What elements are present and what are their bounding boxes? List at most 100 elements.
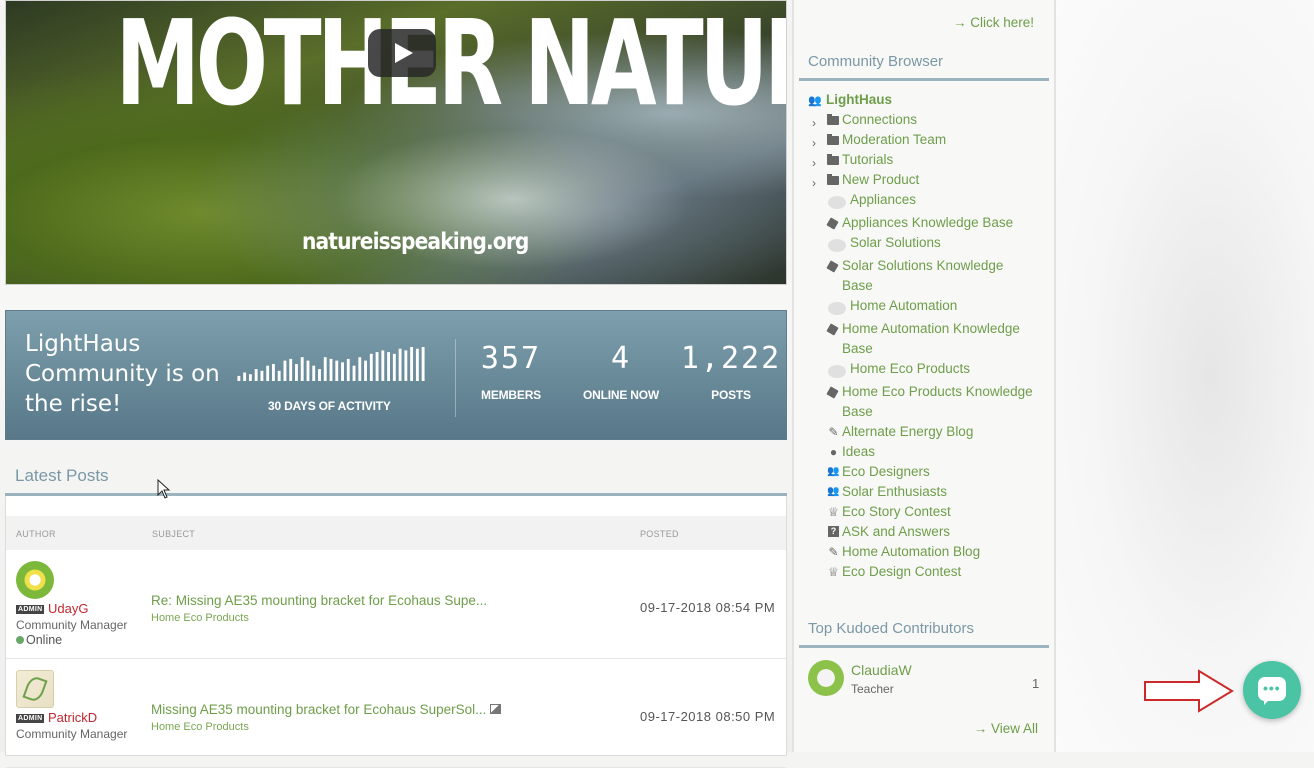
tree-item-home-automation[interactable]: Home Automation — [808, 296, 1048, 319]
activity-bar — [254, 369, 258, 381]
forum-bubble-icon — [828, 302, 846, 315]
activity-bar — [335, 360, 339, 381]
play-icon[interactable] — [368, 29, 436, 77]
activity-bar — [410, 347, 414, 381]
trophy-icon: ♕ — [828, 565, 839, 579]
post-board-link[interactable]: Home Eco Products — [151, 612, 249, 624]
stat-members-label: MEMBERS — [481, 388, 541, 402]
folder-icon — [827, 154, 839, 165]
activity-bar — [318, 369, 321, 381]
knowledge-base-icon — [826, 217, 839, 230]
lightbulb-icon: ● — [829, 445, 838, 459]
activity-bar — [398, 348, 402, 381]
tree-item-label: Eco Story Contest — [842, 504, 951, 519]
stat-online: 4 ONLINE NOW — [566, 341, 676, 402]
page-background-right — [1056, 0, 1314, 752]
kudo-count: 1 — [1032, 676, 1040, 691]
post-subject-link[interactable]: Re: Missing AE35 mounting bracket for Ec… — [151, 593, 487, 608]
contributor-name-link[interactable]: ClaudiaW — [851, 662, 912, 678]
stat-posts: 1,222 POSTS — [676, 341, 786, 402]
author-role: Community Manager — [16, 727, 128, 741]
activity-bar — [271, 364, 275, 381]
activity-bar — [260, 370, 264, 381]
activity-bar — [392, 353, 396, 381]
main-column: MOTHER NATURE natureisspeaking.org Light… — [0, 0, 792, 768]
stat-posts-value: 1,222 — [680, 341, 782, 376]
activity-bar — [312, 365, 316, 381]
tree-item-label: Solar Solutions Knowledge Base — [842, 258, 1004, 293]
knowledge-base-icon — [826, 323, 839, 336]
leaf-icon — [22, 674, 48, 704]
chat-launcher-button[interactable]: ••• — [1243, 661, 1301, 719]
tree-item-home-eco-products[interactable]: Home Eco Products — [808, 359, 1048, 382]
activity-bar — [266, 365, 270, 381]
pencil-icon: ✎ — [828, 545, 839, 559]
hero-video[interactable]: MOTHER NATURE natureisspeaking.org — [5, 0, 787, 285]
contributor-role: Teacher — [851, 682, 894, 696]
view-all-link[interactable]: → View All — [974, 721, 1038, 736]
tree-item-home-eco-products-kb[interactable]: Home Eco Products Knowledge Base — [808, 382, 1034, 422]
community-browser-title: Community Browser — [808, 53, 944, 70]
activity-bar — [243, 372, 247, 381]
activity-bar — [346, 358, 350, 381]
sidebar: → Click here! Community Browser 👥 LightH… — [792, 0, 1056, 752]
tree-item-home-automation-blog[interactable]: ✎ Home Automation Blog — [808, 542, 1048, 562]
avatar[interactable] — [16, 670, 54, 708]
tree-item-home-automation-kb[interactable]: Home Automation Knowledge Base — [808, 319, 1034, 359]
tree-item-alternate-energy-blog[interactable]: ✎ Alternate Energy Blog — [808, 422, 1048, 442]
tree-item-solar-solutions-kb[interactable]: Solar Solutions Knowledge Base — [808, 256, 1034, 296]
tree-item-eco-designers[interactable]: 👥 Eco Designers — [808, 462, 1048, 482]
activity-bar — [306, 360, 310, 381]
stat-posts-label: POSTS — [711, 388, 751, 402]
post-subject-link[interactable]: Missing AE35 mounting bracket for Ecohau… — [151, 702, 502, 717]
tree-item-solar-solutions[interactable]: Solar Solutions — [808, 233, 1048, 256]
activity-bar — [295, 364, 298, 381]
tree-item-label: Tutorials — [842, 152, 894, 167]
activity-bar — [283, 360, 287, 381]
table-row: ADMIN UdayG Community Manager Online Re:… — [6, 551, 786, 659]
online-status-text: Online — [26, 633, 63, 647]
activity-bar — [358, 357, 362, 381]
tree-item-label: Appliances Knowledge Base — [842, 215, 1014, 230]
click-here-link[interactable]: → Click here! — [953, 15, 1034, 30]
post-board-link[interactable]: Home Eco Products — [151, 721, 249, 733]
activity-bar — [248, 374, 252, 381]
avatar[interactable] — [16, 561, 54, 599]
image-icon — [490, 704, 502, 714]
tree-item-appliances[interactable]: Appliances — [808, 190, 1048, 213]
tree-item-lighthaus[interactable]: 👥 LightHaus — [808, 90, 1048, 110]
community-stats-banner: LightHaus Community is on the rise! 30 D… — [5, 310, 787, 440]
admin-badge: ADMIN — [16, 714, 45, 723]
tree-item-eco-design-contest[interactable]: ♕ Eco Design Contest — [808, 562, 1048, 582]
activity-label: 30 DAYS OF ACTIVITY — [268, 399, 391, 413]
pencil-icon: ✎ — [828, 425, 839, 439]
stat-members-value: 357 — [480, 341, 542, 376]
top-kudoed-divider — [799, 645, 1049, 648]
latest-posts-table: AUTHOR SUBJECT POSTED ADMIN UdayG Commun… — [5, 496, 787, 768]
question-icon: ? — [828, 526, 839, 537]
folder-icon — [827, 134, 839, 145]
tree-item-label: Home Automation — [850, 298, 958, 313]
tree-item-ideas[interactable]: ● Ideas — [808, 442, 1048, 462]
author-link[interactable]: PatrickD — [48, 710, 97, 725]
tree-item-ask-and-answers[interactable]: ? ASK and Answers — [808, 522, 1048, 542]
tree-item-moderation-team[interactable]: › Moderation Team — [808, 130, 1048, 150]
tree-item-label: Appliances — [850, 192, 917, 207]
author-role: Community Manager — [16, 618, 128, 632]
tree-item-tutorials[interactable]: › Tutorials — [808, 150, 1048, 170]
author-link[interactable]: UdayG — [48, 601, 88, 616]
tree-item-solar-enthusiasts[interactable]: 👥 Solar Enthusiasts — [808, 482, 1048, 502]
tree-item-connections[interactable]: › Connections — [808, 110, 1048, 130]
tree-item-eco-story-contest[interactable]: ♕ Eco Story Contest — [808, 502, 1048, 522]
avatar[interactable] — [808, 660, 844, 696]
tree-item-appliances-kb[interactable]: Appliances Knowledge Base — [808, 213, 1048, 233]
tree-item-label: Moderation Team — [842, 132, 947, 147]
trophy-icon: ♕ — [828, 505, 839, 519]
tree-item-new-product[interactable]: › New Product — [808, 170, 1048, 190]
activity-bar — [421, 347, 425, 381]
activity-bar — [341, 362, 344, 381]
hero-url: natureisspeaking.org — [302, 229, 529, 255]
activity-bar — [369, 353, 373, 381]
stat-online-value: 4 — [610, 341, 632, 376]
activity-bar — [237, 375, 241, 381]
